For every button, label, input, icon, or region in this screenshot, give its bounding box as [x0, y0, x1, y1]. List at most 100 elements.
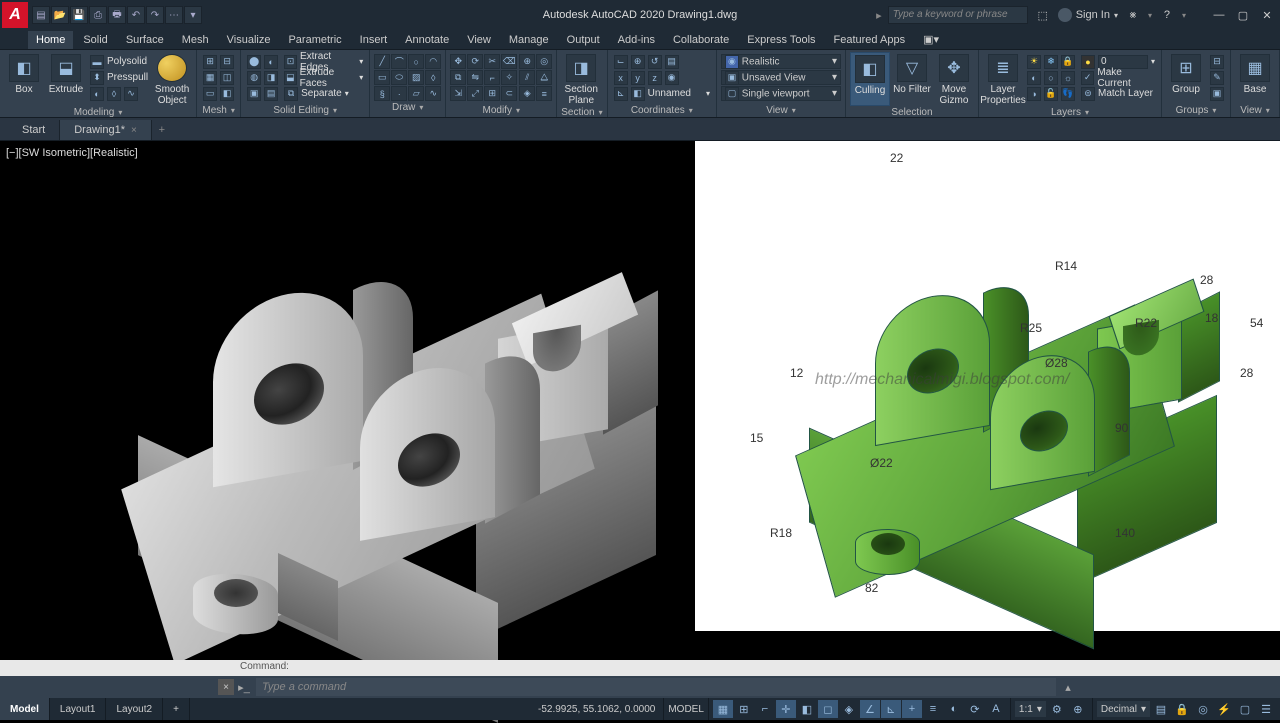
osnap-icon[interactable]: ◻ [818, 700, 838, 718]
panel-title-modeling[interactable]: Modeling [4, 106, 192, 119]
fillet-icon[interactable]: ⌐ [484, 70, 500, 85]
qat-saveas-icon[interactable]: ⎙ [89, 6, 107, 24]
qat-plot-icon[interactable]: 🖶 [108, 6, 126, 24]
layer-iso-icon[interactable]: ◐ [1027, 71, 1041, 85]
group-bbox-icon[interactable]: ▣ [1210, 87, 1224, 101]
mesh-remove-icon[interactable]: ▭ [203, 87, 217, 101]
stretch-icon[interactable]: ⇲ [450, 86, 466, 101]
subtract-icon[interactable]: ◐ [264, 55, 278, 69]
slice-icon[interactable]: ◨ [264, 71, 278, 85]
panel-title-groups[interactable]: Groups [1166, 104, 1226, 117]
layer-uniso-icon[interactable]: ◑ [1027, 87, 1041, 101]
imprint-icon[interactable]: ▤ [264, 87, 278, 101]
helix-icon[interactable]: § [374, 86, 390, 101]
ucs-prev-icon[interactable]: ↺ [648, 55, 662, 69]
customize-icon[interactable]: ☰ [1256, 700, 1276, 718]
panel-title-modify[interactable]: Modify [450, 104, 552, 117]
group-edit-icon[interactable]: ✎ [1210, 71, 1224, 85]
qat-new-icon[interactable]: ▤ [32, 6, 50, 24]
isolate-icon[interactable]: ◎ [1193, 700, 1213, 718]
tab-view[interactable]: View [459, 31, 499, 49]
units-dropdown[interactable]: Decimal▾ [1097, 701, 1150, 717]
new-tab-button[interactable]: + [152, 120, 172, 140]
tab-mesh[interactable]: Mesh [174, 31, 217, 49]
qat-undo-icon[interactable]: ↶ [127, 6, 145, 24]
offset-icon[interactable]: ⊂ [501, 86, 517, 101]
app-menu-button[interactable]: A [2, 2, 28, 28]
qat-save-icon[interactable]: 💾 [70, 6, 88, 24]
3dalign-icon[interactable]: ⫽ [519, 70, 535, 85]
presspull-button[interactable]: ⬍Presspull [88, 70, 150, 85]
3dmirror-icon[interactable]: ⧋ [536, 70, 552, 85]
layer-lock-icon[interactable]: 🔒 [1061, 55, 1075, 69]
mirror-icon[interactable]: ⇋ [467, 70, 483, 85]
arc-icon[interactable]: ◠ [425, 54, 441, 69]
nofilter-button[interactable]: ▽No Filter [892, 52, 932, 106]
layer-on-icon[interactable]: ☀ [1027, 55, 1041, 69]
viewport-config-dropdown[interactable]: ▢ Single viewport▾ [721, 86, 841, 101]
tab-express[interactable]: Express Tools [739, 31, 823, 49]
scale-icon[interactable]: ⤢ [467, 86, 483, 101]
layer-props-button[interactable]: ≣Layer Properties [983, 52, 1023, 106]
ucs-named-icon[interactable]: ▤ [665, 55, 679, 69]
poly3d-icon[interactable]: ◊ [425, 70, 441, 85]
tab-addins[interactable]: Add-ins [610, 31, 663, 49]
explode-icon[interactable]: ✧ [501, 70, 517, 85]
signin-button[interactable]: Sign In ▾ [1058, 8, 1118, 22]
panel-title-solidedit[interactable]: Solid Editing [245, 104, 365, 117]
ortho-icon[interactable]: ⌐ [755, 700, 775, 718]
close-tab-icon[interactable]: × [131, 125, 137, 136]
tab-collaborate[interactable]: Collaborate [665, 31, 737, 49]
qat-redo-icon[interactable]: ↷ [146, 6, 164, 24]
match-layer-button[interactable]: ⊜Match Layer [1079, 86, 1157, 101]
panel-title-layers[interactable]: Layers [983, 106, 1157, 119]
rect-icon[interactable]: ▭ [374, 70, 390, 85]
transparency-icon[interactable]: ◐ [944, 700, 964, 718]
cursor-coordinates[interactable]: -52.9925, 55.1062, 0.0000 [538, 704, 655, 715]
union-icon[interactable]: ⬤ [247, 55, 261, 69]
polysolid-button[interactable]: ▬Polysolid [88, 54, 150, 69]
panel-title-coordinates[interactable]: Coordinates [612, 104, 712, 117]
command-input[interactable]: Type a command [256, 678, 1056, 696]
box-button[interactable]: ◧Box [4, 52, 44, 106]
tab-visualize[interactable]: Visualize [219, 31, 279, 49]
layer-curr-0-icon[interactable]: ● [1081, 55, 1095, 69]
spline-icon[interactable]: ∿ [425, 86, 441, 101]
region-icon[interactable]: ▱ [408, 86, 424, 101]
otrack-icon[interactable]: ∠ [860, 700, 880, 718]
mesh-crease-icon[interactable]: ◫ [220, 71, 234, 85]
separate-button[interactable]: ⧉Separate▾ [282, 86, 365, 101]
erase-icon[interactable]: ⌫ [501, 54, 517, 69]
modeltab-model[interactable]: Model [0, 698, 50, 720]
extrude-faces-button[interactable]: ⬓Extrude Faces▾ [282, 70, 365, 85]
search-input[interactable]: Type a keyword or phrase [888, 6, 1028, 24]
revolve-button[interactable]: ◐◊∿ [88, 86, 150, 101]
tab-annotate[interactable]: Annotate [397, 31, 457, 49]
visual-style-dropdown[interactable]: ◉ Realistic▾ [721, 54, 841, 69]
lockui-icon[interactable]: 🔒 [1172, 700, 1192, 718]
tab-featured[interactable]: Featured Apps [826, 31, 914, 49]
layer-freeze-icon[interactable]: ❄ [1044, 55, 1058, 69]
exchange-icon[interactable]: ⨳ [1124, 7, 1142, 23]
copy-icon[interactable]: ⧉ [450, 70, 466, 85]
saved-view-dropdown[interactable]: ▣ Unsaved View▾ [721, 70, 841, 85]
qat-dropdown-icon[interactable]: ▾ [184, 6, 202, 24]
qat-open-icon[interactable]: 📂 [51, 6, 69, 24]
infocenter-icon[interactable]: ⬚ [1034, 7, 1052, 23]
tab-surface[interactable]: Surface [118, 31, 172, 49]
cycling-icon[interactable]: ⟳ [965, 700, 985, 718]
section-plane-button[interactable]: ◨Section Plane [561, 52, 601, 106]
group-button[interactable]: ⊞Group [1166, 52, 1206, 104]
tab-parametric[interactable]: Parametric [280, 31, 349, 49]
ucs-z-icon[interactable]: z [648, 71, 662, 85]
polar-icon[interactable]: ✛ [776, 700, 796, 718]
trim-icon[interactable]: ✂ [484, 54, 500, 69]
dynamic-ucs-icon[interactable]: ⊾ [881, 700, 901, 718]
cleanscreen-icon[interactable]: ▢ [1235, 700, 1255, 718]
line-icon[interactable]: ╱ [374, 54, 390, 69]
modeltab-layout1[interactable]: Layout1 [50, 698, 107, 720]
panel-title-baseview[interactable]: View [1235, 104, 1275, 117]
dyn-input-icon[interactable]: + [902, 700, 922, 718]
start-tab[interactable]: Start [8, 120, 60, 140]
iso-icon[interactable]: ◧ [797, 700, 817, 718]
